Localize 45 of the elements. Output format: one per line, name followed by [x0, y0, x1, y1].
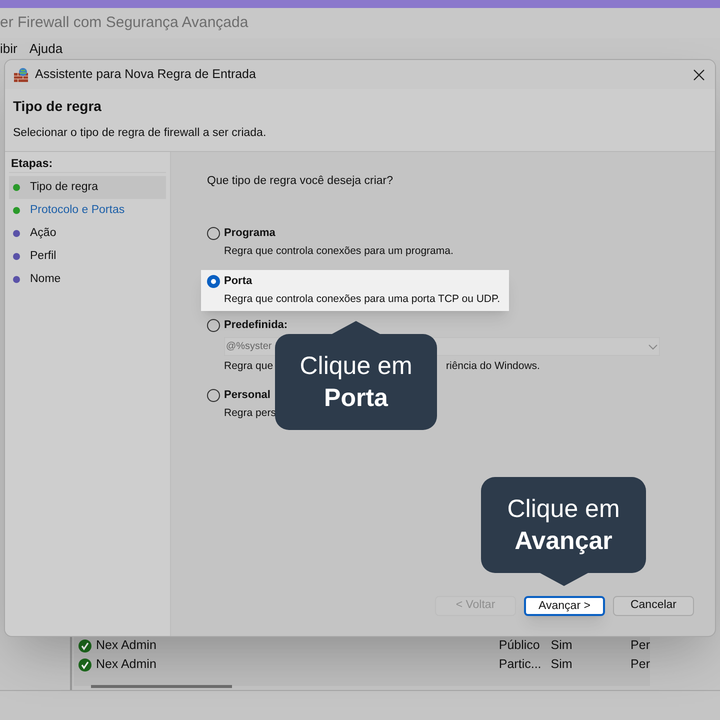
option-description: Regra pers [224, 406, 276, 422]
menu-item[interactable]: Ajuda [29, 39, 63, 59]
option-description: Regra que controla conexões para um programa. [224, 244, 454, 260]
option-description: riência do Windows. [446, 359, 540, 374]
close-icon[interactable] [693, 68, 705, 80]
step-item[interactable]: Perfil [9, 245, 166, 268]
step-item[interactable]: Nome [9, 268, 166, 291]
question-text: Que tipo de regra você deseja criar? [207, 174, 394, 189]
option-label: Personal [224, 388, 270, 404]
steps-label: Etapas: [9, 155, 166, 173]
radio-button[interactable] [207, 389, 220, 402]
radio-button[interactable] [207, 275, 220, 288]
check-icon [78, 658, 92, 672]
page-heading: Tipo de regra [13, 97, 102, 116]
option-label: Porta [224, 274, 252, 290]
wizard-button[interactable]: Cancelar [613, 596, 694, 616]
callout-text: Porta [324, 383, 388, 414]
table-cell-text: Per [630, 637, 650, 654]
step-item[interactable]: Ação [9, 222, 166, 245]
radio-button[interactable] [207, 319, 220, 332]
option-label: Programa [224, 226, 276, 242]
page-subtitle: Selecionar o tipo de regra de firewall a ser criada. [13, 126, 268, 141]
option-description: Regra que [224, 359, 274, 374]
option-label: Predefinida: [224, 318, 288, 334]
menu-item[interactable]: ibir [0, 39, 18, 59]
callout-text: Clique em [507, 494, 620, 525]
step-item[interactable]: Protocolo e Portas [9, 199, 166, 222]
callout-text: Avançar [514, 526, 612, 557]
table-cell-text: Nex Admin [96, 637, 158, 654]
table-cell-text: Sim [550, 656, 574, 674]
table-cell-text: Per [630, 656, 650, 674]
table-cell-text: Público [498, 637, 541, 654]
table-cell-text: Nex Admin [96, 656, 158, 674]
firewall-icon [13, 66, 29, 82]
chevron-down-icon [648, 344, 658, 350]
table-cell-text: Partic... [498, 656, 542, 674]
radio-button[interactable] [207, 227, 220, 240]
window-title: er Firewall com Segurança Avançada [0, 12, 248, 33]
table-cell-text: Sim [550, 637, 574, 654]
wizard-button[interactable]: Avançar > [524, 596, 605, 616]
dialog-title: Assistente para Nova Regra de Entrada [35, 66, 257, 84]
scrollbar-thumb[interactable] [91, 685, 232, 688]
step-item[interactable]: Tipo de regra [9, 176, 166, 199]
option-description: Regra que controla conexões para uma porta TCP ou UDP. [224, 292, 500, 308]
check-icon [78, 638, 92, 652]
